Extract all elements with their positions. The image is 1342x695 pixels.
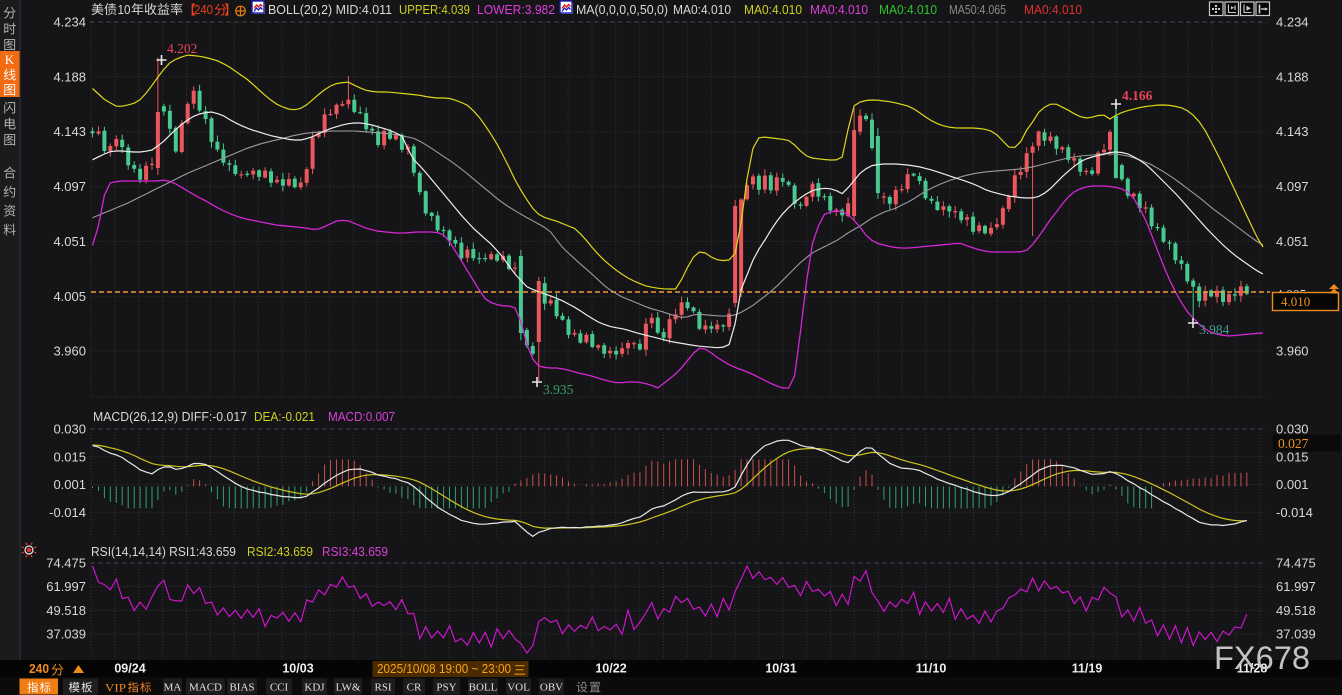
svg-text:4.051: 4.051 xyxy=(53,234,86,249)
svg-text:MA: MA xyxy=(164,682,182,694)
svg-text:LOWER:3.982: LOWER:3.982 xyxy=(477,3,555,17)
svg-text:4.097: 4.097 xyxy=(1276,179,1309,194)
svg-text:UPPER:4.039: UPPER:4.039 xyxy=(399,3,470,17)
svg-text:4.166: 4.166 xyxy=(1122,88,1153,103)
svg-text:RSI: RSI xyxy=(374,682,391,694)
svg-text:61.997: 61.997 xyxy=(46,579,86,594)
svg-text:MA0:4.010: MA0:4.010 xyxy=(744,3,802,17)
svg-text:74.475: 74.475 xyxy=(46,556,86,571)
svg-text:4.097: 4.097 xyxy=(53,179,86,194)
svg-text:4.143: 4.143 xyxy=(1276,124,1309,139)
svg-text:VIP: VIP xyxy=(105,683,126,695)
svg-text:3.960: 3.960 xyxy=(53,344,86,359)
svg-text:0.001: 0.001 xyxy=(1276,477,1309,492)
svg-text:4.188: 4.188 xyxy=(53,69,86,84)
svg-text:10/22: 10/22 xyxy=(595,662,626,676)
svg-text:11/19: 11/19 xyxy=(1072,662,1103,676)
svg-text:BOLL: BOLL xyxy=(469,682,498,694)
svg-text:10: 10 xyxy=(118,2,131,17)
svg-text:4.188: 4.188 xyxy=(1276,69,1309,84)
svg-text:MACD: MACD xyxy=(189,682,222,694)
svg-text:MA0:4.010: MA0:4.010 xyxy=(1024,3,1082,17)
svg-text:-0.014: -0.014 xyxy=(49,505,86,520)
svg-text:2025/10/08 19:00 ~ 23:00: 2025/10/08 19:00 ~ 23:00 xyxy=(377,662,511,676)
svg-text:RSI2:43.659: RSI2:43.659 xyxy=(247,545,313,559)
svg-text:49.518: 49.518 xyxy=(46,603,86,618)
svg-text:37.039: 37.039 xyxy=(46,627,86,642)
svg-text:VOL: VOL xyxy=(507,682,530,694)
svg-text:09/24: 09/24 xyxy=(114,662,145,676)
svg-text:FX678: FX678 xyxy=(1214,640,1310,676)
svg-text:49.518: 49.518 xyxy=(1276,603,1316,618)
svg-text:4.202: 4.202 xyxy=(167,41,197,56)
svg-text:BOLL(20,2) MID:4.011: BOLL(20,2) MID:4.011 xyxy=(268,3,392,17)
svg-text:-0.014: -0.014 xyxy=(1276,505,1313,520)
svg-text:0.030: 0.030 xyxy=(1276,422,1309,437)
svg-text:10/31: 10/31 xyxy=(765,662,796,676)
svg-text:K: K xyxy=(5,52,15,67)
svg-text:MACD:0.007: MACD:0.007 xyxy=(328,410,395,424)
svg-text:DEA:-0.021: DEA:-0.021 xyxy=(254,410,315,424)
svg-text:MA0:4.010: MA0:4.010 xyxy=(810,3,868,17)
svg-text:3.984: 3.984 xyxy=(1199,322,1230,337)
svg-text:61.997: 61.997 xyxy=(1276,579,1316,594)
svg-text:0.030: 0.030 xyxy=(53,422,86,437)
svg-text:MA(0,0,0,0,50,0): MA(0,0,0,0,50,0) xyxy=(576,3,668,17)
svg-text:3.960: 3.960 xyxy=(1276,344,1309,359)
svg-text:MA50:4.065: MA50:4.065 xyxy=(949,3,1006,17)
svg-text:RSI3:43.659: RSI3:43.659 xyxy=(322,545,388,559)
svg-text:KDJ: KDJ xyxy=(304,682,325,694)
svg-text:10/03: 10/03 xyxy=(282,662,313,676)
svg-text:CCI: CCI xyxy=(270,682,289,694)
svg-text:BIAS: BIAS xyxy=(229,682,254,694)
svg-text:4.010: 4.010 xyxy=(1281,294,1310,309)
svg-text:0.001: 0.001 xyxy=(53,477,86,492)
svg-text:0.015: 0.015 xyxy=(53,449,86,464)
svg-text:0.027: 0.027 xyxy=(1278,436,1309,451)
svg-text:4.005: 4.005 xyxy=(53,289,86,304)
svg-text:PSY: PSY xyxy=(436,682,456,694)
svg-text:OBV: OBV xyxy=(540,682,563,694)
svg-text:MACD(26,12,9) DIFF:-0.017: MACD(26,12,9) DIFF:-0.017 xyxy=(93,410,247,424)
svg-text:11/10: 11/10 xyxy=(916,662,947,676)
svg-text:0.015: 0.015 xyxy=(1276,449,1309,464)
svg-text:3.935: 3.935 xyxy=(543,382,574,397)
svg-text:74.475: 74.475 xyxy=(1276,556,1316,571)
svg-text:MA0:4.010: MA0:4.010 xyxy=(879,3,937,17)
svg-text:RSI(14,14,14) RSI1:43.659: RSI(14,14,14) RSI1:43.659 xyxy=(91,545,236,559)
svg-text:4.234: 4.234 xyxy=(53,15,86,30)
svg-text:240: 240 xyxy=(29,662,49,676)
svg-text:MA0:4.010: MA0:4.010 xyxy=(673,3,731,17)
svg-text:4.051: 4.051 xyxy=(1276,234,1309,249)
svg-text:4.143: 4.143 xyxy=(53,124,86,139)
svg-text:LW&: LW& xyxy=(336,682,361,694)
svg-text:240: 240 xyxy=(194,2,213,17)
svg-text:CR: CR xyxy=(407,682,422,694)
svg-text:4.234: 4.234 xyxy=(1276,15,1309,30)
